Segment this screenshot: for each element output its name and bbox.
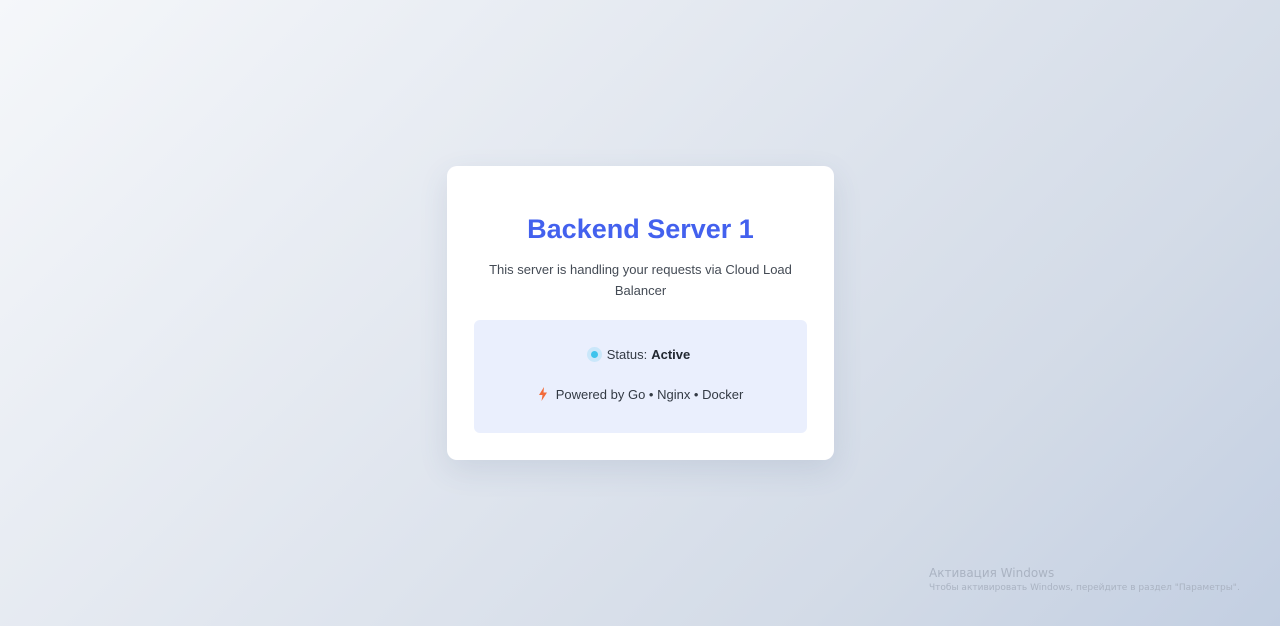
watermark-title: Активация Windows [929,566,1055,580]
server-description: This server is handling your requests vi… [489,262,792,298]
status-label: Status: [606,346,648,362]
status-row: Status: Active [474,344,807,364]
server-card: Backend Server 1 This server is handling… [447,166,834,460]
windows-activation-watermark: Активация Windows Чтобы активировать Win… [929,565,1240,595]
status-value: Active [651,346,691,362]
powered-by-text: Powered by Go • Nginx • Docker [555,386,744,402]
watermark-subtitle: Чтобы активировать Windows, перейдите в … [929,583,1240,593]
powered-by-row: Powered by Go • Nginx • Docker [474,384,807,404]
lightning-bolt-icon [538,387,548,401]
info-box: Status: Active Powered by Go • Nginx • D… [474,320,807,433]
page-title: Backend Server 1 [527,214,754,244]
status-dot-icon [590,350,598,358]
